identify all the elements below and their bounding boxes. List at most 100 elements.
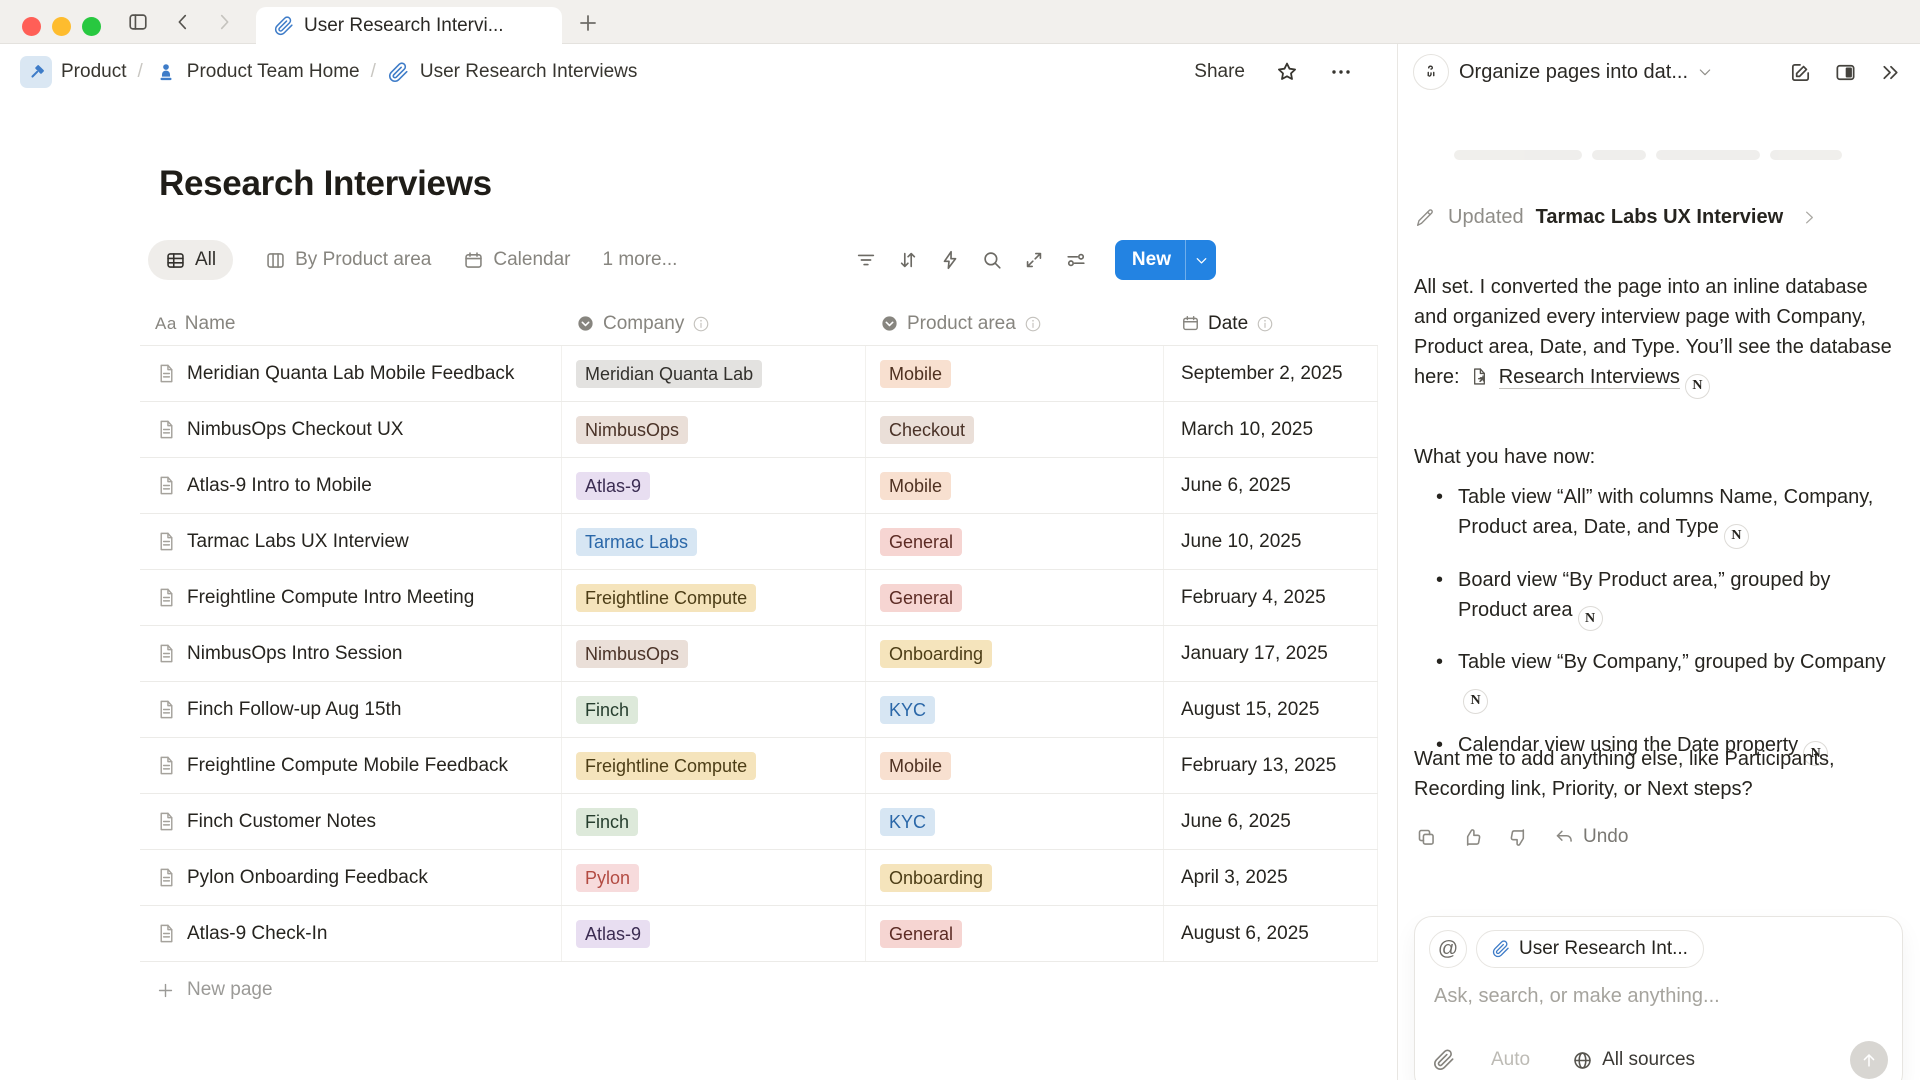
new-chat-compose-icon[interactable] <box>1789 61 1812 84</box>
name-cell[interactable]: Finch Customer Notes <box>140 810 561 833</box>
date-cell[interactable]: June 6, 2025 <box>1163 794 1378 849</box>
name-cell[interactable]: Atlas-9 Intro to Mobile <box>140 474 561 497</box>
attach-file-icon[interactable] <box>1433 1049 1455 1071</box>
product-area-cell[interactable]: Onboarding <box>865 626 1163 681</box>
new-record-button[interactable]: New <box>1115 240 1216 280</box>
maximize-window-button[interactable] <box>82 17 101 36</box>
company-cell[interactable]: Freightline Compute <box>561 570 865 625</box>
browser-tab[interactable]: User Research Intervi... <box>256 7 562 45</box>
forward-icon[interactable] <box>213 11 235 33</box>
name-cell[interactable]: NimbusOps Intro Session <box>140 642 561 665</box>
mention-button[interactable]: @ <box>1429 930 1467 968</box>
company-cell[interactable]: Atlas-9 <box>561 906 865 961</box>
new-button-chevron-down-icon[interactable] <box>1186 252 1216 269</box>
product-area-cell[interactable]: KYC <box>865 794 1163 849</box>
company-cell[interactable]: Pylon <box>561 850 865 905</box>
table-row[interactable]: Freightline Compute Mobile FeedbackFreig… <box>140 738 1378 794</box>
name-cell[interactable]: Tarmac Labs UX Interview <box>140 530 561 553</box>
company-cell[interactable]: Freightline Compute <box>561 738 865 793</box>
research-interviews-link[interactable]: Research Interviews <box>1499 366 1680 389</box>
view-tab-calendar[interactable]: Calendar <box>463 240 570 280</box>
company-cell[interactable]: Meridian Quanta Lab <box>561 346 865 401</box>
table-row[interactable]: Pylon Onboarding FeedbackPylonOnboarding… <box>140 850 1378 906</box>
name-cell[interactable]: Atlas-9 Check-In <box>140 922 561 945</box>
favorite-star-icon[interactable] <box>1275 60 1299 84</box>
name-cell[interactable]: Freightline Compute Mobile Feedback <box>140 754 561 777</box>
company-cell[interactable]: Atlas-9 <box>561 458 865 513</box>
breadcrumb-item-product[interactable]: Product <box>20 56 126 88</box>
automation-lightning-icon[interactable] <box>939 249 961 271</box>
date-cell[interactable]: September 2, 2025 <box>1163 346 1378 401</box>
notion-page-badge-icon[interactable]: N <box>1724 524 1749 549</box>
ai-thread-title[interactable]: Organize pages into dat... <box>1459 61 1688 84</box>
context-chip[interactable]: User Research Int... <box>1476 930 1704 968</box>
date-cell[interactable]: August 6, 2025 <box>1163 906 1378 961</box>
product-area-cell[interactable]: Mobile <box>865 458 1163 513</box>
date-cell[interactable]: March 10, 2025 <box>1163 402 1378 457</box>
company-cell[interactable]: Tarmac Labs <box>561 514 865 569</box>
table-row[interactable]: Finch Customer NotesFinchKYCJune 6, 2025 <box>140 794 1378 850</box>
company-cell[interactable]: NimbusOps <box>561 402 865 457</box>
name-cell[interactable]: NimbusOps Checkout UX <box>140 418 561 441</box>
name-cell[interactable]: Pylon Onboarding Feedback <box>140 866 561 889</box>
product-area-cell[interactable]: Onboarding <box>865 850 1163 905</box>
close-window-button[interactable] <box>22 17 41 36</box>
product-area-cell[interactable]: General <box>865 906 1163 961</box>
column-header-product-area[interactable]: Product area <box>865 302 1163 345</box>
date-cell[interactable]: June 6, 2025 <box>1163 458 1378 513</box>
name-cell[interactable]: Freightline Compute Intro Meeting <box>140 586 561 609</box>
sort-icon[interactable] <box>897 249 919 271</box>
send-button[interactable] <box>1850 1041 1888 1079</box>
product-area-cell[interactable]: Mobile <box>865 738 1163 793</box>
column-header-name[interactable]: Aa Name <box>140 313 561 335</box>
share-button[interactable]: Share <box>1194 61 1245 83</box>
ai-prompt-input[interactable]: Ask, search, or make anything... <box>1434 985 1888 1008</box>
all-sources-button[interactable]: All sources <box>1602 1049 1695 1071</box>
globe-icon[interactable] <box>1572 1050 1593 1071</box>
company-cell[interactable]: NimbusOps <box>561 626 865 681</box>
thumbs-up-icon[interactable] <box>1462 827 1483 848</box>
name-cell[interactable]: Finch Follow-up Aug 15th <box>140 698 561 721</box>
product-area-cell[interactable]: KYC <box>865 682 1163 737</box>
filter-icon[interactable] <box>855 249 877 271</box>
table-row[interactable]: Finch Follow-up Aug 15thFinchKYCAugust 1… <box>140 682 1378 738</box>
breadcrumb-item-team-home[interactable]: Product Team Home <box>154 60 360 84</box>
undo-button[interactable]: Undo <box>1554 826 1628 848</box>
expand-icon[interactable] <box>1023 249 1045 271</box>
view-settings-icon[interactable] <box>1065 249 1087 271</box>
date-cell[interactable]: April 3, 2025 <box>1163 850 1378 905</box>
minimize-window-button[interactable] <box>52 17 71 36</box>
name-cell[interactable]: Meridian Quanta Lab Mobile Feedback <box>140 362 561 385</box>
thumbs-down-icon[interactable] <box>1508 827 1529 848</box>
panel-layout-icon[interactable] <box>1834 61 1857 84</box>
date-cell[interactable]: January 17, 2025 <box>1163 626 1378 681</box>
more-views-button[interactable]: 1 more... <box>602 249 677 271</box>
updated-page-row[interactable]: Updated Tarmac Labs UX Interview <box>1414 206 1904 229</box>
product-area-cell[interactable]: General <box>865 570 1163 625</box>
notion-page-badge-icon[interactable]: N <box>1578 606 1603 631</box>
company-cell[interactable]: Finch <box>561 682 865 737</box>
table-row[interactable]: Atlas-9 Check-InAtlas-9GeneralAugust 6, … <box>140 906 1378 962</box>
product-area-cell[interactable]: General <box>865 514 1163 569</box>
collapse-panel-double-chevron-icon[interactable] <box>1879 61 1902 84</box>
notion-page-badge-icon[interactable]: N <box>1685 374 1710 399</box>
product-area-cell[interactable]: Checkout <box>865 402 1163 457</box>
table-row[interactable]: Atlas-9 Intro to MobileAtlas-9MobileJune… <box>140 458 1378 514</box>
table-row[interactable]: NimbusOps Checkout UXNimbusOpsCheckoutMa… <box>140 402 1378 458</box>
view-tab-by-product-area[interactable]: By Product area <box>265 240 431 280</box>
new-page-button[interactable]: New page <box>140 962 1378 1018</box>
date-cell[interactable]: August 15, 2025 <box>1163 682 1378 737</box>
new-tab-button[interactable] <box>576 11 600 35</box>
product-area-cell[interactable]: Mobile <box>865 346 1163 401</box>
chevron-down-icon[interactable] <box>1697 64 1713 80</box>
date-cell[interactable]: February 4, 2025 <box>1163 570 1378 625</box>
view-tab-all[interactable]: All <box>148 240 233 280</box>
column-header-date[interactable]: Date <box>1163 302 1378 345</box>
more-options-icon[interactable] <box>1329 60 1353 84</box>
notion-page-badge-icon[interactable]: N <box>1463 689 1488 714</box>
table-row[interactable]: NimbusOps Intro SessionNimbusOpsOnboardi… <box>140 626 1378 682</box>
column-header-company[interactable]: Company <box>561 302 865 345</box>
breadcrumb-item-current-page[interactable]: User Research Interviews <box>387 60 638 84</box>
table-row[interactable]: Freightline Compute Intro MeetingFreight… <box>140 570 1378 626</box>
auto-mode-button[interactable]: Auto <box>1491 1049 1530 1071</box>
